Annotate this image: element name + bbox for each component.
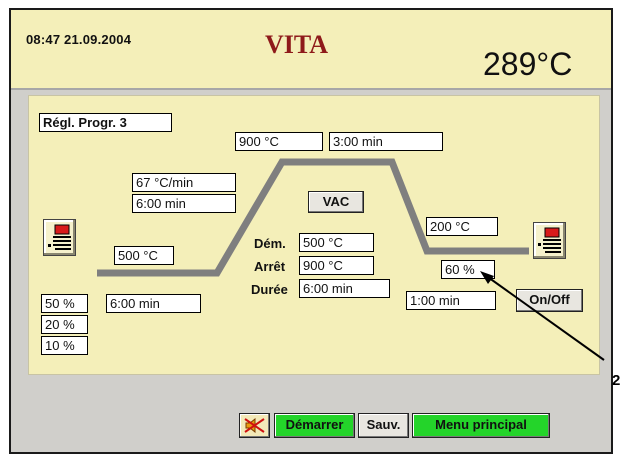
lift-percent-field-3[interactable]: 10 % bbox=[41, 336, 88, 355]
mute-icon bbox=[244, 417, 265, 434]
program-title: Régl. Progr. 3 bbox=[39, 113, 172, 132]
heat-time-field[interactable]: 6:00 min bbox=[132, 194, 236, 213]
hold-time-field[interactable]: 3:00 min bbox=[329, 132, 443, 151]
lift-down-icon bbox=[538, 227, 561, 253]
vac-start-label: Dém. bbox=[254, 236, 286, 251]
lift-down-button[interactable] bbox=[533, 222, 566, 259]
clock-date: 08:47 21.09.2004 bbox=[26, 32, 132, 47]
vac-stop-label: Arrêt bbox=[254, 259, 286, 274]
vac-duration-field[interactable]: 6:00 min bbox=[299, 279, 390, 298]
program-panel: Régl. Progr. 3 900 °C 3:00 min 67 °C/min… bbox=[28, 95, 600, 375]
furnace-screen: 08:47 21.09.2004 VITA 289°C Régl. Progr.… bbox=[9, 8, 613, 454]
save-button[interactable]: Sauv. bbox=[358, 413, 409, 438]
vac-start-field[interactable]: 500 °C bbox=[299, 233, 374, 252]
on-off-button[interactable]: On/Off bbox=[516, 289, 583, 312]
current-temperature: 289°C bbox=[483, 46, 573, 82]
main-menu-button[interactable]: Menu principal bbox=[412, 413, 550, 438]
mute-button[interactable] bbox=[239, 413, 270, 438]
heat-rate-field[interactable]: 67 °C/min bbox=[132, 173, 236, 192]
hold-temperature-field[interactable]: 900 °C bbox=[235, 132, 323, 151]
lift-up-icon bbox=[48, 224, 71, 250]
footer-bar: Démarrer Sauv. Menu principal bbox=[11, 376, 611, 452]
lift-percent-field-2[interactable]: 20 % bbox=[41, 315, 88, 334]
vac-stop-field[interactable]: 900 °C bbox=[299, 256, 374, 275]
cool-temperature-field[interactable]: 200 °C bbox=[426, 217, 498, 236]
vac-duration-label: Durée bbox=[251, 282, 288, 297]
callout-number: 2 bbox=[612, 372, 621, 389]
cool-time-field[interactable]: 1:00 min bbox=[406, 291, 496, 310]
start-button[interactable]: Démarrer bbox=[274, 413, 355, 438]
header-bar: 08:47 21.09.2004 VITA 289°C bbox=[11, 10, 611, 90]
brand-logo: VITA bbox=[265, 30, 329, 59]
start-temperature-field[interactable]: 500 °C bbox=[114, 246, 174, 265]
dry-time-field[interactable]: 6:00 min bbox=[106, 294, 201, 313]
lift-up-button[interactable] bbox=[43, 219, 76, 256]
cool-percent-field[interactable]: 60 % bbox=[441, 260, 495, 279]
lift-percent-field-1[interactable]: 50 % bbox=[41, 294, 88, 313]
vac-button[interactable]: VAC bbox=[308, 191, 364, 213]
